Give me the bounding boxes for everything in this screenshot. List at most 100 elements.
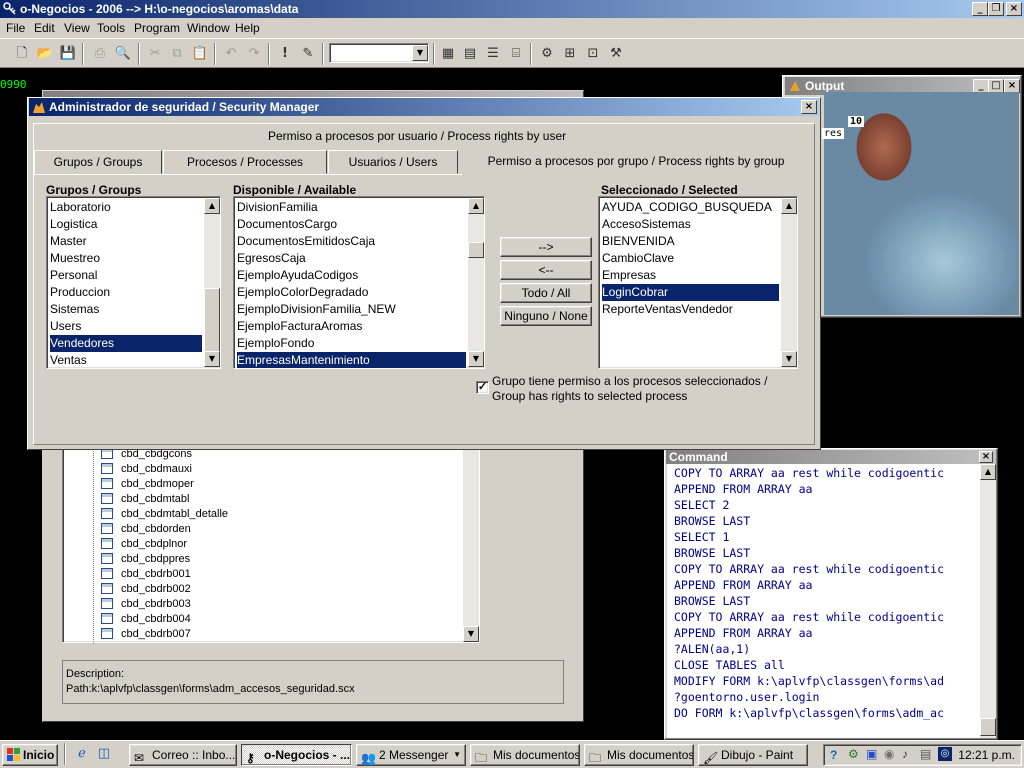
component-gallery-icon[interactable]: ⊡ — [583, 44, 603, 64]
print-icon[interactable]: ⎙ — [90, 44, 110, 64]
selected-list-item[interactable]: LoginCobrar — [602, 284, 779, 301]
tree-item[interactable]: cbd_cbdmoper — [101, 476, 194, 491]
form-designer-icon[interactable]: ▦ — [438, 44, 458, 64]
group-list-item[interactable]: Personal — [50, 267, 202, 284]
data-session-icon[interactable]: ▤ — [460, 44, 480, 64]
command-close-button[interactable]: × — [979, 451, 993, 463]
start-button[interactable]: Inicio — [2, 744, 58, 766]
run-icon[interactable]: ! — [275, 44, 295, 64]
close-button[interactable]: × — [1006, 2, 1022, 16]
cut-icon[interactable]: ✂ — [145, 44, 165, 64]
toolbar-combo[interactable]: ▼ — [329, 43, 429, 63]
selected-list-item[interactable]: Empresas — [602, 267, 779, 284]
tree-item[interactable]: cbd_cbdrb002 — [101, 581, 191, 596]
group-list-item[interactable]: Laboratorio — [50, 199, 202, 216]
monitor-icon[interactable]: ▣ — [866, 747, 877, 761]
selected-list-item[interactable]: BIENVENIDA — [602, 233, 779, 250]
menu-edit[interactable]: Edit — [34, 21, 55, 35]
task-mis-documentos-1[interactable]: 🗀 Mis documentos — [470, 744, 580, 766]
output-close-button[interactable]: × — [1004, 79, 1020, 93]
available-list-item[interactable]: EjemploDivisionFamilia_NEW — [237, 301, 466, 318]
menu-help[interactable]: Help — [235, 21, 260, 35]
tree-item[interactable]: cbd_cbdmauxi — [101, 461, 192, 476]
print-preview-icon[interactable]: 🔍 — [113, 44, 133, 64]
selected-listbox[interactable]: ▲ ▼ AYUDA_CODIGO_BUSQUEDA AccesoSistemas B… — [598, 196, 798, 369]
tree-item[interactable]: cbd_cbdrb004 — [101, 611, 191, 626]
scroll-down-icon[interactable]: ▼ — [468, 351, 484, 367]
groups-listbox[interactable]: ▲ ▼ Laboratorio Logistica Master Muestreo Pe… — [46, 196, 221, 369]
group-list-item[interactable]: Muestreo — [50, 250, 202, 267]
command-editor[interactable]: COPY TO ARRAY aa rest while codigoentic A… — [667, 464, 980, 738]
group-list-item[interactable]: Users — [50, 318, 202, 335]
task-mis-documentos-2[interactable]: 🗀 Mis documentos — [584, 744, 694, 766]
dialog-titlebar[interactable]: Administrador de seguridad / Security Ma… — [29, 98, 819, 116]
undo-icon[interactable]: ↶ — [221, 44, 241, 64]
tab-groups[interactable]: Grupos / Groups — [34, 150, 162, 174]
available-list-item[interactable]: DocumentosCargo — [237, 216, 466, 233]
command-titlebar[interactable]: Command × — [666, 450, 996, 464]
scroll-down-icon[interactable]: ▼ — [204, 351, 220, 367]
group-list-item[interactable]: Produccion — [50, 284, 202, 301]
paste-icon[interactable]: 📋 — [190, 44, 210, 64]
scroll-up-icon[interactable]: ▲ — [980, 464, 996, 480]
selected-scrollbar[interactable]: ▲ ▼ — [781, 198, 797, 367]
available-list-item[interactable]: EjemploColorDegradado — [237, 284, 466, 301]
task-messenger[interactable]: 👥 2 Messenger ▼ — [356, 744, 466, 766]
selected-list-item[interactable]: AYUDA_CODIGO_BUSQUEDA — [602, 199, 779, 216]
clipboard-icon[interactable]: ▤ — [920, 747, 931, 761]
available-list-item[interactable]: EmpresasMantenimiento — [237, 352, 466, 368]
remove-all-button[interactable]: Ninguno / None — [500, 306, 592, 326]
menu-file[interactable]: File — [6, 21, 25, 35]
tab-users[interactable]: Usuarios / Users — [328, 150, 458, 174]
tree-item[interactable]: cbd_cbdrb001 — [101, 566, 191, 581]
app-title-bar[interactable]: o-Negocios - 2006 --> H:\o-negocios\arom… — [0, 0, 1024, 18]
tree-item[interactable]: cbd_cbdplnor — [101, 536, 187, 551]
tree-item[interactable]: cbd_cbdmtabl — [101, 491, 190, 506]
groups-scrollbar[interactable]: ▲ ▼ — [204, 198, 220, 367]
tree-item[interactable]: cbd_cbdorden — [101, 521, 191, 536]
tab-processes[interactable]: Procesos / Processes — [163, 150, 327, 174]
class-browser-icon[interactable]: ⊞ — [560, 44, 580, 64]
dialog-close-button[interactable]: × — [801, 100, 817, 114]
tree-item[interactable]: cbd_cbdrb007 — [101, 626, 191, 641]
menu-view[interactable]: View — [64, 21, 90, 35]
scroll-thumb[interactable] — [980, 718, 996, 736]
available-list-item[interactable]: EgresosCaja — [237, 250, 466, 267]
task-correo[interactable]: ✉ Correo :: Inbo... — [129, 744, 237, 766]
scroll-down-icon[interactable]: ▼ — [463, 626, 479, 642]
group-list-item[interactable]: Vendedores — [50, 335, 202, 352]
menu-window[interactable]: Window — [187, 21, 230, 35]
scroll-up-icon[interactable]: ▲ — [781, 198, 797, 214]
internet-explorer-icon[interactable]: ℯ — [72, 744, 92, 764]
chevron-down-icon[interactable]: ▼ — [412, 45, 428, 61]
new-file-icon[interactable]: 🗋 — [12, 44, 32, 64]
tray-app-icon[interactable]: ◎ — [938, 747, 952, 761]
project-icon[interactable]: ⚙ — [537, 44, 557, 64]
save-icon[interactable]: 💾 — [58, 44, 78, 64]
scroll-up-icon[interactable]: ▲ — [468, 198, 484, 214]
selected-list-item[interactable]: ReporteVentasVendedor — [602, 301, 779, 318]
antivirus-icon[interactable]: ◉ — [884, 747, 894, 761]
group-list-item[interactable]: Logistica — [50, 216, 202, 233]
task-onegocios[interactable]: ⚷ o-Negocios - ... — [241, 744, 352, 766]
group-rights-checkbox[interactable]: ✓ — [476, 381, 489, 394]
group-list-item[interactable]: Ventas — [50, 352, 202, 368]
selected-list-item[interactable]: AccesoSistemas — [602, 216, 779, 233]
tab-process-rights-by-group[interactable]: Permiso a procesos por grupo / Process r… — [462, 147, 810, 171]
network-icon[interactable]: ⚙ — [848, 747, 859, 761]
minimize-button[interactable]: _ — [972, 2, 988, 16]
desktop-icon[interactable]: ◫ — [94, 744, 114, 764]
code-window-icon[interactable]: ⌸ — [506, 44, 526, 64]
available-list-item[interactable]: EjemploFondo — [237, 335, 466, 352]
tree-item[interactable]: cbd_cbdrb003 — [101, 596, 191, 611]
available-scrollbar[interactable]: ▲ ▼ — [468, 198, 484, 367]
tools-icon[interactable]: ⚒ — [606, 44, 626, 64]
tree-scrollbar[interactable]: ▼ — [463, 446, 479, 642]
available-list-item[interactable]: DivisionFamilia — [237, 199, 466, 216]
group-list-item[interactable]: Sistemas — [50, 301, 202, 318]
redo-icon[interactable]: ↷ — [244, 44, 264, 64]
output-minimize-button[interactable]: _ — [973, 79, 989, 93]
copy-icon[interactable]: ⧉ — [167, 44, 187, 64]
remove-button[interactable]: <-- — [500, 260, 592, 280]
add-button[interactable]: --> — [500, 237, 592, 257]
